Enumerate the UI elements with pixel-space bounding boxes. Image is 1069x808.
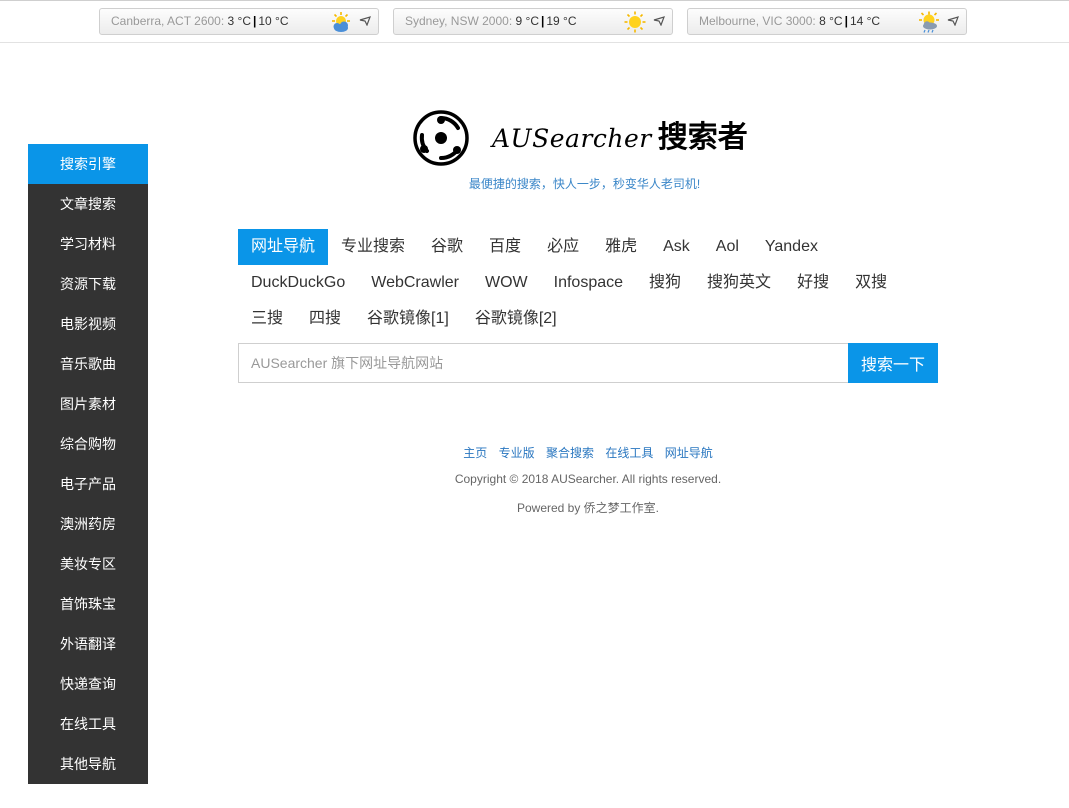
tab-triple-search[interactable]: 三搜 — [238, 301, 296, 337]
weather-widget-melbourne[interactable]: Melbourne, VIC 3000: 8 °C | 14 °C — [687, 8, 967, 35]
sidebar-item-online-tools[interactable]: 在线工具 — [28, 704, 148, 744]
powered-by-text: Powered by 侨之梦工作室. — [516, 501, 660, 515]
sidebar-item-study-materials[interactable]: 学习材料 — [28, 224, 148, 264]
sidebar-item-images[interactable]: 图片素材 — [28, 384, 148, 424]
footer-link-home[interactable]: 主页 — [463, 446, 487, 460]
sun-icon — [624, 11, 646, 33]
tab-yahoo[interactable]: 雅虎 — [592, 229, 650, 265]
logo-icon — [413, 110, 469, 166]
tab-web-nav[interactable]: 网址导航 — [238, 229, 329, 265]
location-arrow-icon[interactable] — [359, 16, 371, 26]
sidebar-item-movies[interactable]: 电影视频 — [28, 304, 148, 344]
tab-ask[interactable]: Ask — [650, 229, 703, 265]
tab-duckduckgo[interactable]: DuckDuckGo — [238, 265, 358, 301]
weather-city: Melbourne, VIC 3000: — [699, 14, 816, 28]
footer-link-aggregate-search[interactable]: 聚合搜索 — [546, 446, 594, 460]
sidebar-item-beauty[interactable]: 美妆专区 — [28, 544, 148, 584]
search-input[interactable] — [238, 343, 848, 383]
sidebar-item-music[interactable]: 音乐歌曲 — [28, 344, 148, 384]
tab-infospace[interactable]: Infospace — [541, 265, 636, 301]
tab-google-mirror-2[interactable]: 谷歌镜像[2] — [462, 301, 570, 337]
weather-high: 14 °C — [849, 14, 881, 28]
tab-yandex[interactable]: Yandex — [752, 229, 831, 265]
footer-link-web-nav[interactable]: 网址导航 — [665, 446, 713, 460]
weather-widget-sydney[interactable]: Sydney, NSW 2000: 9 °C | 19 °C — [393, 8, 673, 35]
brand-name-cn: 搜索者 — [657, 120, 748, 155]
weather-bar: Canberra, ACT 2600: 3 °C | 10 °C Sydney, N… — [0, 0, 1069, 43]
weather-high: 19 °C — [546, 14, 577, 28]
weather-city: Sydney, NSW 2000: — [405, 14, 513, 28]
footer-link-pro[interactable]: 专业版 — [499, 446, 535, 460]
weather-low: 8 °C — [819, 14, 843, 28]
category-sidebar: 搜索引擎 文章搜索 学习材料 资源下载 电影视频 音乐歌曲 图片素材 综合购物 … — [28, 144, 148, 784]
tab-aol[interactable]: Aol — [703, 229, 752, 265]
brand-name-latin: AUSearcher — [492, 124, 652, 153]
tab-haosou[interactable]: 好搜 — [784, 265, 842, 301]
footer-link-online-tools[interactable]: 在线工具 — [605, 446, 653, 460]
tab-sogou[interactable]: 搜狗 — [636, 265, 694, 301]
tab-sogou-english[interactable]: 搜狗英文 — [694, 265, 784, 301]
sidebar-item-other-nav[interactable]: 其他导航 — [28, 744, 148, 784]
sidebar-item-jewelry[interactable]: 首饰珠宝 — [28, 584, 148, 624]
search-button[interactable]: 搜索一下 — [848, 343, 938, 383]
sidebar-item-downloads[interactable]: 资源下载 — [28, 264, 148, 304]
weather-city: Canberra, ACT 2600: — [111, 14, 225, 28]
weather-low: 3 °C — [227, 14, 252, 28]
location-arrow-icon[interactable] — [947, 16, 959, 26]
tab-bing[interactable]: 必应 — [534, 229, 592, 265]
tab-quad-search[interactable]: 四搜 — [296, 301, 354, 337]
weather-low: 9 °C — [515, 14, 539, 28]
sun-cloud-icon — [332, 12, 350, 32]
location-arrow-icon[interactable] — [653, 16, 665, 26]
tab-pro-search[interactable]: 专业搜索 — [328, 229, 418, 265]
tab-google[interactable]: 谷歌 — [418, 229, 476, 265]
slogan: 最便捷的搜索，快人一步，秒变华人老司机! — [468, 177, 701, 191]
sidebar-item-tracking[interactable]: 快递查询 — [28, 664, 148, 704]
tab-dual-search[interactable]: 双搜 — [842, 265, 900, 301]
sidebar-item-translation[interactable]: 外语翻译 — [28, 624, 148, 664]
sun-rain-icon — [919, 11, 939, 33]
tab-baidu[interactable]: 百度 — [476, 229, 534, 265]
tab-google-mirror-1[interactable]: 谷歌镜像[1] — [354, 301, 462, 337]
engine-tabs: 网址导航 专业搜索 谷歌 百度 必应 雅虎 Ask Aol Yandex Duc… — [238, 229, 938, 337]
tab-wow[interactable]: WOW — [472, 265, 541, 301]
weather-high: 10 °C — [258, 14, 289, 28]
copyright-text: Copyright © 2018 AUSearcher. All rights … — [454, 472, 722, 486]
tab-webcrawler[interactable]: WebCrawler — [358, 265, 472, 301]
weather-widget-canberra[interactable]: Canberra, ACT 2600: 3 °C | 10 °C — [99, 8, 379, 35]
site-logo-text: AUSearcher 搜索者 — [492, 118, 748, 158]
footer-links: 主页 专业版 聚合搜索 在线工具 网址导航 — [0, 444, 1069, 461]
